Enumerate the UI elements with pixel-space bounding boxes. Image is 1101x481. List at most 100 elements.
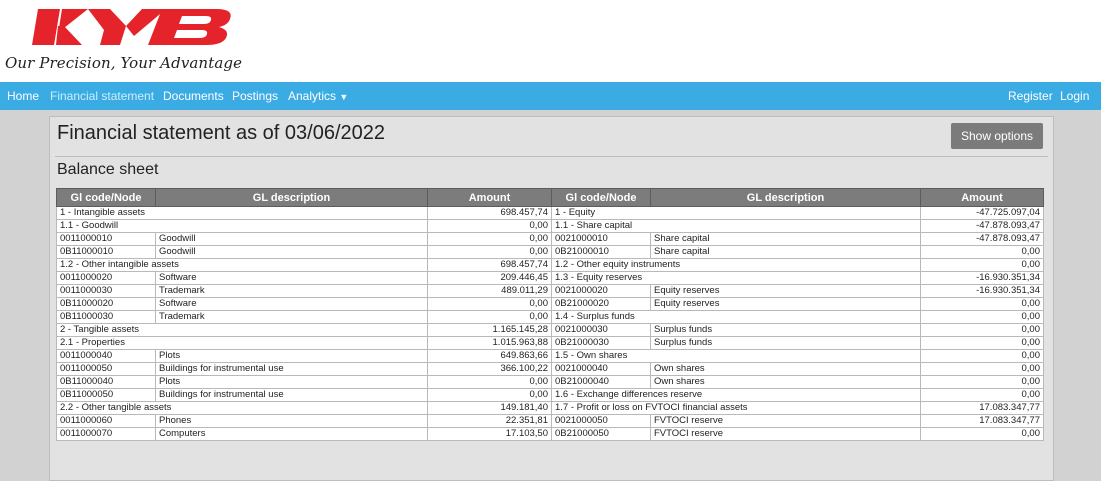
table-row[interactable]: 0B11000010 Goodwill 0,00 0B21000010 Share ca…	[56, 245, 1044, 259]
gl-code-cell: 0B11000040	[56, 375, 156, 389]
amount-cell: 0,00	[920, 258, 1044, 272]
gl-description-cell: Equity reserves	[650, 284, 921, 298]
col-header-gl-code[interactable]: Gl code/Node	[56, 188, 156, 207]
nav-register[interactable]: Register	[1008, 82, 1053, 110]
gl-description-cell: Own shares	[650, 375, 921, 389]
amount-cell: 698.457,74	[427, 258, 552, 272]
node-cell: 1.4 - Surplus funds	[551, 310, 921, 324]
amount-cell: 698.457,74	[427, 206, 552, 220]
nav-analytics-label: Analytics	[288, 89, 337, 103]
amount-cell: 0,00	[920, 375, 1044, 389]
header: Our Precision, Your Advantage	[0, 0, 1101, 82]
nav-postings[interactable]: Postings	[232, 82, 278, 110]
gl-description-cell: Goodwill	[155, 245, 428, 259]
amount-cell: 0,00	[920, 323, 1044, 337]
kyb-logo[interactable]	[30, 6, 236, 53]
table-row[interactable]: 0011000010 Goodwill 0,00 0021000010 Share ca…	[56, 232, 1044, 246]
amount-cell: 0,00	[427, 375, 552, 389]
gl-code-cell: 0021000020	[551, 284, 651, 298]
table-row[interactable]: 0011000060 Phones 22.351,81 0021000050 FVTOC…	[56, 414, 1044, 428]
nav-login[interactable]: Login	[1060, 82, 1089, 110]
amount-cell: 0,00	[427, 388, 552, 402]
gl-description-cell: Phones	[155, 414, 428, 428]
table-row[interactable]: 2.2 - Other tangible assets 149.181,40 1.7…	[56, 401, 1044, 415]
table-row[interactable]: 0011000030 Trademark 489.011,29 0021000020 E…	[56, 284, 1044, 298]
node-cell: 1.1 - Share capital	[551, 219, 921, 233]
gl-code-cell: 0B21000040	[551, 375, 651, 389]
gl-code-cell: 0011000010	[56, 232, 156, 246]
amount-cell: 0,00	[920, 388, 1044, 402]
tagline: Our Precision, Your Advantage	[5, 54, 243, 72]
amount-cell: 0,00	[920, 349, 1044, 363]
col-header-gl-code[interactable]: Gl code/Node	[551, 188, 651, 207]
amount-cell: 1.165.145,28	[427, 323, 552, 337]
gl-code-cell: 0021000040	[551, 362, 651, 376]
col-header-amount[interactable]: Amount	[427, 188, 552, 207]
gl-description-cell: Software	[155, 297, 428, 311]
gl-code-cell: 0B11000050	[56, 388, 156, 402]
table-row[interactable]: 0B11000050 Buildings for instrumental use…	[56, 388, 1044, 402]
gl-description-cell: Trademark	[155, 310, 428, 324]
node-cell: 1.7 - Profit or loss on FVTOCI financial…	[551, 401, 921, 415]
node-cell: 1.2 - Other intangible assets	[56, 258, 428, 272]
table-row[interactable]: 0011000070 Computers 17.103,50 0B21000050 FV…	[56, 427, 1044, 441]
amount-cell: 0,00	[920, 427, 1044, 441]
gl-description-cell: Plots	[155, 349, 428, 363]
gl-description-cell: Surplus funds	[650, 336, 921, 350]
gl-description-cell: Plots	[155, 375, 428, 389]
amount-cell: 0,00	[427, 232, 552, 246]
table-row[interactable]: 2 - Tangible assets 1.165.145,28 002100003…	[56, 323, 1044, 337]
gl-code-cell: 0011000060	[56, 414, 156, 428]
amount-cell: -47.725.097,04	[920, 206, 1044, 220]
nav-documents[interactable]: Documents	[163, 82, 224, 110]
col-header-gl-description[interactable]: GL description	[650, 188, 921, 207]
table-row[interactable]: 1 - Intangible assets 698.457,74 1 - Equit…	[56, 206, 1044, 220]
table-row[interactable]: 1.2 - Other intangible assets 698.457,74 1…	[56, 258, 1044, 272]
gl-description-cell: Goodwill	[155, 232, 428, 246]
node-cell: 2.2 - Other tangible assets	[56, 401, 428, 415]
table-header-row: Gl code/Node GL description Amount Gl co…	[56, 188, 1044, 207]
gl-description-cell: Share capital	[650, 245, 921, 259]
node-cell: 1.3 - Equity reserves	[551, 271, 921, 285]
gl-description-cell: Surplus funds	[650, 323, 921, 337]
table-row[interactable]: 0011000050 Buildings for instrumental use…	[56, 362, 1044, 376]
nav-home[interactable]: Home	[7, 82, 39, 110]
gl-code-cell: 0011000070	[56, 427, 156, 441]
amount-cell: 17.083.347,77	[920, 401, 1044, 415]
amount-cell: 0,00	[920, 297, 1044, 311]
table-row[interactable]: 0B11000030 Trademark 0,00 1.4 - Surplus fun…	[56, 310, 1044, 324]
kyb-logo-icon	[32, 9, 231, 45]
table-row[interactable]: 2.1 - Properties 1.015.963,88 0B21000030 Su…	[56, 336, 1044, 350]
gl-description-cell: Computers	[155, 427, 428, 441]
amount-cell: -16.930.351,34	[920, 284, 1044, 298]
gl-code-cell: 0B21000010	[551, 245, 651, 259]
show-options-button[interactable]: Show options	[951, 123, 1043, 149]
gl-description-cell: Share capital	[650, 232, 921, 246]
gl-description-cell: FVTOCI reserve	[650, 427, 921, 441]
table-row[interactable]: 1.1 - Goodwill 0,00 1.1 - Share capital -47…	[56, 219, 1044, 233]
gl-code-cell: 0B21000030	[551, 336, 651, 350]
nav-financial-statement[interactable]: Financial statement	[50, 82, 154, 110]
gl-description-cell: Own shares	[650, 362, 921, 376]
table-row[interactable]: 0011000020 Software 209.446,45 1.3 - Equity…	[56, 271, 1044, 285]
gl-code-cell: 0B11000010	[56, 245, 156, 259]
amount-cell: 489.011,29	[427, 284, 552, 298]
col-header-amount[interactable]: Amount	[920, 188, 1044, 207]
amount-cell: 0,00	[920, 245, 1044, 259]
amount-cell: 0,00	[427, 219, 552, 233]
amount-cell: 0,00	[427, 245, 552, 259]
gl-code-cell: 0011000040	[56, 349, 156, 363]
table-row[interactable]: 0B11000020 Software 0,00 0B21000020 Equity r…	[56, 297, 1044, 311]
nav-analytics[interactable]: Analytics ▼	[288, 82, 348, 110]
balance-sheet-table: Gl code/Node GL description Amount Gl co…	[56, 188, 1044, 441]
amount-cell: 22.351,81	[427, 414, 552, 428]
gl-description-cell: Software	[155, 271, 428, 285]
col-header-gl-description[interactable]: GL description	[155, 188, 428, 207]
table-row[interactable]: 0011000040 Plots 649.863,66 1.5 - Own share…	[56, 349, 1044, 363]
table-row[interactable]: 0B11000040 Plots 0,00 0B21000040 Own shares 0…	[56, 375, 1044, 389]
amount-cell: 149.181,40	[427, 401, 552, 415]
gl-description-cell: Trademark	[155, 284, 428, 298]
node-cell: 1.1 - Goodwill	[56, 219, 428, 233]
amount-cell: 649.863,66	[427, 349, 552, 363]
navbar: Home Financial statement Documents Posti…	[0, 82, 1101, 110]
